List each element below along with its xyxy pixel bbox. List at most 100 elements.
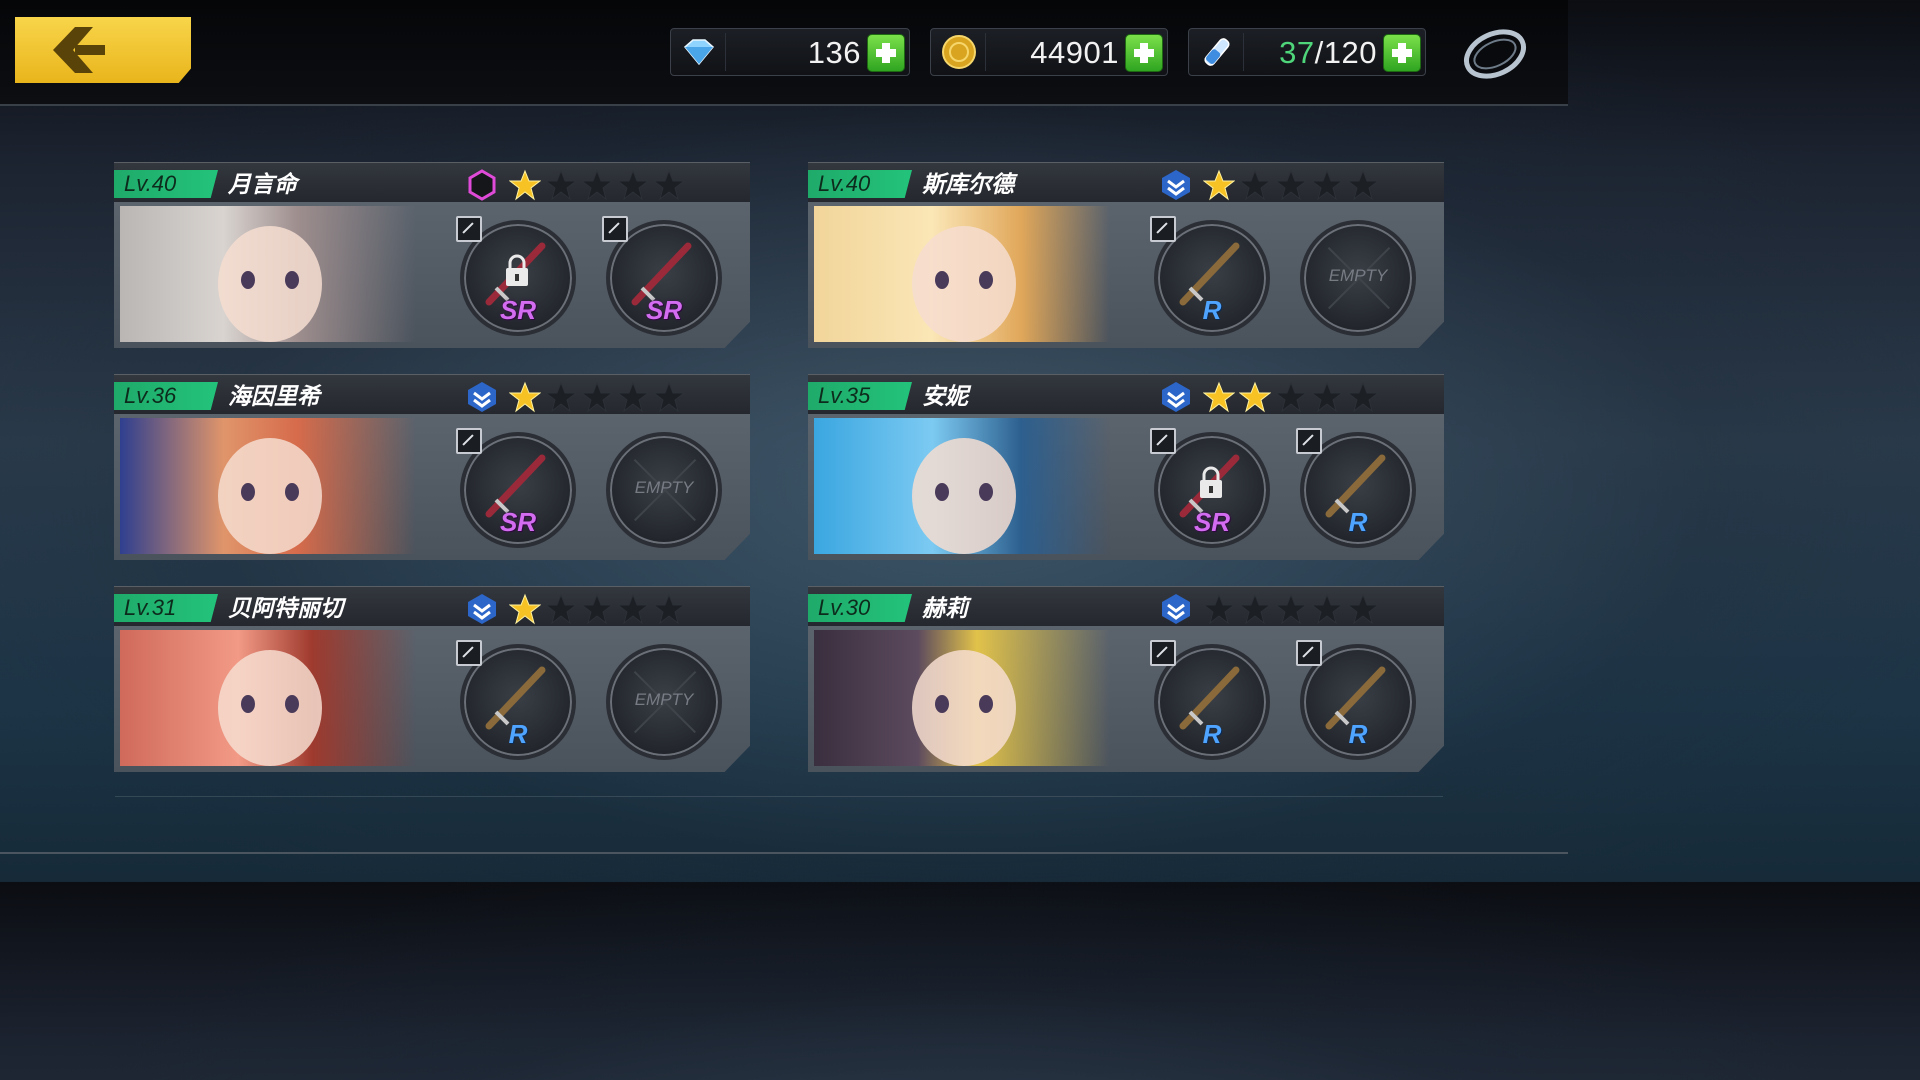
- card-body: SR R: [808, 414, 1444, 560]
- empty-weapon-slot[interactable]: EMPTY: [606, 644, 722, 760]
- diamond-value: 136: [807, 35, 861, 70]
- star-empty-icon: [580, 169, 614, 206]
- diamond-counter: 136: [670, 28, 910, 76]
- weapon-slot[interactable]: R: [456, 640, 576, 760]
- star-empty-icon: [544, 381, 578, 418]
- card-body: RR: [808, 626, 1444, 772]
- ring-menu-button[interactable]: [1460, 20, 1530, 84]
- rarity-label: R: [1202, 295, 1222, 325]
- card-header: Lv.31 贝阿特丽切: [114, 586, 750, 627]
- card-header: Lv.36 海因里希: [114, 374, 750, 415]
- chevron-rank-icon: [1160, 381, 1192, 413]
- character-name: 海因里希: [228, 383, 320, 409]
- divider-line: [115, 796, 1443, 797]
- character-card[interactable]: Lv.35 安妮 SR R: [808, 374, 1444, 560]
- gold-coin-icon: [937, 34, 981, 70]
- weapon-slot[interactable]: R: [1296, 640, 1416, 760]
- character-portrait[interactable]: [814, 418, 1110, 554]
- weapon-slot[interactable]: SR: [1150, 428, 1270, 548]
- star-rating: [1202, 381, 1380, 418]
- star-empty-icon: [1310, 381, 1344, 418]
- level-badge: Lv.30: [808, 594, 912, 622]
- star-empty-icon: [1310, 593, 1344, 630]
- character-card[interactable]: Lv.40 月言命 SR SR: [114, 162, 750, 348]
- star-filled-icon: [508, 381, 542, 418]
- star-rating: [508, 169, 686, 206]
- bottom-divider: [0, 852, 1568, 854]
- character-card[interactable]: Lv.40 斯库尔德 R EMPTY: [808, 162, 1444, 348]
- level-badge: Lv.31: [114, 594, 218, 622]
- gold-counter: 44901: [930, 28, 1168, 76]
- empty-weapon-slot[interactable]: EMPTY: [1300, 220, 1416, 336]
- ring-menu-icon: [1464, 29, 1526, 79]
- star-empty-icon: [1274, 593, 1308, 630]
- stamina-current: 37: [1279, 35, 1315, 70]
- star-empty-icon: [1274, 169, 1308, 206]
- rarity-label: R: [1348, 719, 1368, 749]
- card-header: Lv.30 赫莉: [808, 586, 1444, 627]
- star-filled-icon: [1202, 169, 1236, 206]
- empty-slot-label: EMPTY: [634, 478, 694, 497]
- star-empty-icon: [544, 593, 578, 630]
- star-empty-icon: [652, 381, 686, 418]
- diamond-icon: [677, 34, 721, 70]
- star-filled-icon: [508, 169, 542, 206]
- character-card[interactable]: Lv.31 贝阿特丽切 R EMPTY: [114, 586, 750, 772]
- weapon-slot[interactable]: R: [1296, 428, 1416, 548]
- star-filled-icon: [1202, 381, 1236, 418]
- hexagon-rank-icon: [466, 169, 498, 201]
- card-body: R EMPTY: [114, 626, 750, 772]
- character-face-icon: [912, 438, 1016, 554]
- add-stamina-button[interactable]: [1383, 34, 1421, 72]
- character-name: 赫莉: [922, 595, 968, 621]
- star-empty-icon: [1346, 169, 1380, 206]
- star-empty-icon: [1346, 593, 1380, 630]
- rarity-label: SR: [645, 295, 683, 325]
- character-face-icon: [912, 650, 1016, 766]
- stamina-counter: 37/120: [1188, 28, 1426, 76]
- weapon-slot[interactable]: SR: [456, 216, 576, 336]
- card-header: Lv.35 安妮: [808, 374, 1444, 415]
- star-rating: [1202, 593, 1380, 630]
- character-portrait[interactable]: [814, 630, 1110, 766]
- stamina-value: 37/120: [1279, 35, 1377, 71]
- star-empty-icon: [580, 593, 614, 630]
- character-name: 斯库尔德: [922, 171, 1014, 197]
- star-empty-icon: [1346, 381, 1380, 418]
- character-name: 贝阿特丽切: [228, 595, 343, 621]
- add-diamond-button[interactable]: [867, 34, 905, 72]
- character-portrait[interactable]: [120, 630, 416, 766]
- weapon-slot[interactable]: SR: [456, 428, 576, 548]
- empty-slot-label: EMPTY: [634, 690, 694, 709]
- empty-weapon-slot[interactable]: EMPTY: [606, 432, 722, 548]
- empty-slot-label: EMPTY: [1328, 266, 1388, 285]
- top-bar: 136 44901 37/120: [0, 0, 1568, 106]
- star-empty-icon: [580, 381, 614, 418]
- stamina-max: /120: [1314, 35, 1377, 70]
- star-empty-icon: [652, 593, 686, 630]
- character-card[interactable]: Lv.36 海因里希 SR EMPTY: [114, 374, 750, 560]
- chevron-left-icon: [53, 27, 105, 73]
- star-empty-icon: [616, 169, 650, 206]
- character-face-icon: [218, 650, 322, 766]
- card-header: Lv.40 月言命: [114, 162, 750, 203]
- character-portrait[interactable]: [814, 206, 1110, 342]
- star-empty-icon: [544, 169, 578, 206]
- back-button[interactable]: [15, 17, 191, 83]
- character-portrait[interactable]: [120, 418, 416, 554]
- star-empty-icon: [1274, 381, 1308, 418]
- star-empty-icon: [616, 593, 650, 630]
- rarity-label: SR: [499, 295, 537, 325]
- add-gold-button[interactable]: [1125, 34, 1163, 72]
- character-portrait[interactable]: [120, 206, 416, 342]
- star-rating: [1202, 169, 1380, 206]
- star-rating: [508, 381, 686, 418]
- weapon-slot[interactable]: R: [1150, 216, 1270, 336]
- star-rating: [508, 593, 686, 630]
- rarity-label: SR: [499, 507, 537, 537]
- rarity-label: R: [508, 719, 528, 749]
- weapon-slot[interactable]: SR: [602, 216, 722, 336]
- character-card[interactable]: Lv.30 赫莉 RR: [808, 586, 1444, 772]
- weapon-slot[interactable]: R: [1150, 640, 1270, 760]
- level-badge: Lv.35: [808, 382, 912, 410]
